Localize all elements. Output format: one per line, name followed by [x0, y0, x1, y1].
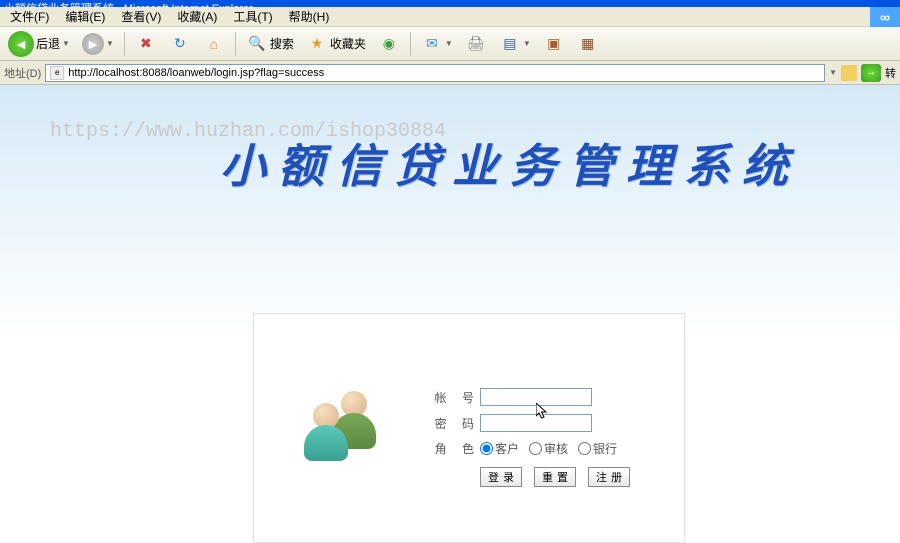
username-input[interactable] — [480, 388, 592, 406]
role-audit[interactable]: 审核 — [529, 440, 568, 457]
username-label: 帐 号 — [434, 389, 480, 406]
forward-button[interactable]: ► ▼ — [78, 31, 118, 57]
ie-logo-icon: ∞ — [870, 7, 900, 27]
tool-button[interactable]: ▣ — [539, 31, 569, 57]
password-label: 密 码 — [434, 415, 480, 432]
print-button[interactable]: 🖨 — [461, 31, 491, 57]
role-bank-radio[interactable] — [578, 442, 591, 455]
search-icon: 🔍 — [246, 33, 268, 55]
role-bank[interactable]: 银行 — [578, 440, 617, 457]
users-icon — [304, 391, 384, 466]
menu-favorites[interactable]: 收藏(A) — [171, 6, 223, 27]
separator — [235, 32, 236, 56]
dropdown-icon: ▼ — [106, 39, 114, 48]
menu-view[interactable]: 查看(V) — [115, 6, 167, 27]
tool-icon: ▣ — [543, 33, 565, 55]
menu-file[interactable]: 文件(F) — [4, 6, 55, 27]
address-input[interactable]: e http://localhost:8088/loanweb/login.js… — [45, 64, 825, 82]
back-button[interactable]: ◄ 后退 ▼ — [4, 29, 74, 59]
login-panel: 帐 号 密 码 角 色 客户 审核 银行 登录 重置 注册 — [253, 313, 685, 543]
system-title: 小额信贷业务管理系统 — [220, 130, 800, 196]
mail-button[interactable]: ✉▼ — [417, 31, 457, 57]
favorites-button[interactable]: ★ 收藏夹 — [302, 31, 370, 57]
login-form: 帐 号 密 码 角 色 客户 审核 银行 登录 重置 注册 — [434, 314, 630, 542]
tool2-button[interactable]: ▦ — [573, 31, 603, 57]
go-label: 转 — [885, 65, 896, 81]
stop-icon: ✖ — [135, 33, 157, 55]
reset-button[interactable]: 重置 — [534, 467, 576, 487]
separator — [124, 32, 125, 56]
separator — [410, 32, 411, 56]
star-icon: ★ — [306, 33, 328, 55]
login-button[interactable]: 登录 — [480, 467, 522, 487]
role-customer[interactable]: 客户 — [480, 440, 519, 457]
role-label: 角 色 — [434, 440, 480, 457]
role-customer-radio[interactable] — [480, 442, 493, 455]
mail-icon: ✉ — [421, 33, 443, 55]
history-icon: ◉ — [378, 33, 400, 55]
addressbar: 地址(D) e http://localhost:8088/loanweb/lo… — [0, 61, 900, 85]
address-url: http://localhost:8088/loanweb/login.jsp?… — [68, 67, 324, 79]
stop-button[interactable]: ✖ — [131, 31, 161, 57]
security-icon — [841, 65, 857, 81]
menu-edit[interactable]: 编辑(E) — [59, 6, 111, 27]
edit-icon: ▤ — [499, 33, 521, 55]
page-icon: e — [50, 66, 64, 80]
history-button[interactable]: ◉ — [374, 31, 404, 57]
login-illustration — [254, 314, 434, 542]
address-dropdown-icon[interactable]: ▼ — [829, 68, 837, 77]
menubar: 文件(F) 编辑(E) 查看(V) 收藏(A) 工具(T) 帮助(H) ∞ — [0, 7, 900, 27]
refresh-icon: ↻ — [169, 33, 191, 55]
edit-button[interactable]: ▤▼ — [495, 31, 535, 57]
dropdown-icon: ▼ — [62, 39, 70, 48]
favorites-label: 收藏夹 — [330, 35, 366, 52]
menu-tools[interactable]: 工具(T) — [227, 6, 278, 27]
home-button[interactable]: ⌂ — [199, 31, 229, 57]
tool2-icon: ▦ — [577, 33, 599, 55]
search-label: 搜索 — [270, 35, 294, 52]
password-input[interactable] — [480, 414, 592, 432]
menu-help[interactable]: 帮助(H) — [283, 6, 336, 27]
go-button[interactable]: → — [861, 64, 881, 82]
home-icon: ⌂ — [203, 33, 225, 55]
back-label: 后退 — [36, 35, 60, 52]
forward-arrow-icon: ► — [82, 33, 104, 55]
page-content: https://www.huzhan.com/ishop30884 小额信贷业务… — [0, 85, 900, 524]
register-button[interactable]: 注册 — [588, 467, 630, 487]
back-arrow-icon: ◄ — [8, 31, 34, 57]
print-icon: 🖨 — [465, 33, 487, 55]
address-label: 地址(D) — [4, 65, 41, 81]
role-radio-group: 客户 审核 银行 — [480, 440, 617, 457]
refresh-button[interactable]: ↻ — [165, 31, 195, 57]
toolbar: ◄ 后退 ▼ ► ▼ ✖ ↻ ⌂ 🔍 搜索 ★ 收藏夹 ◉ ✉▼ 🖨 ▤▼ ▣ … — [0, 27, 900, 61]
search-button[interactable]: 🔍 搜索 — [242, 31, 298, 57]
role-audit-radio[interactable] — [529, 442, 542, 455]
